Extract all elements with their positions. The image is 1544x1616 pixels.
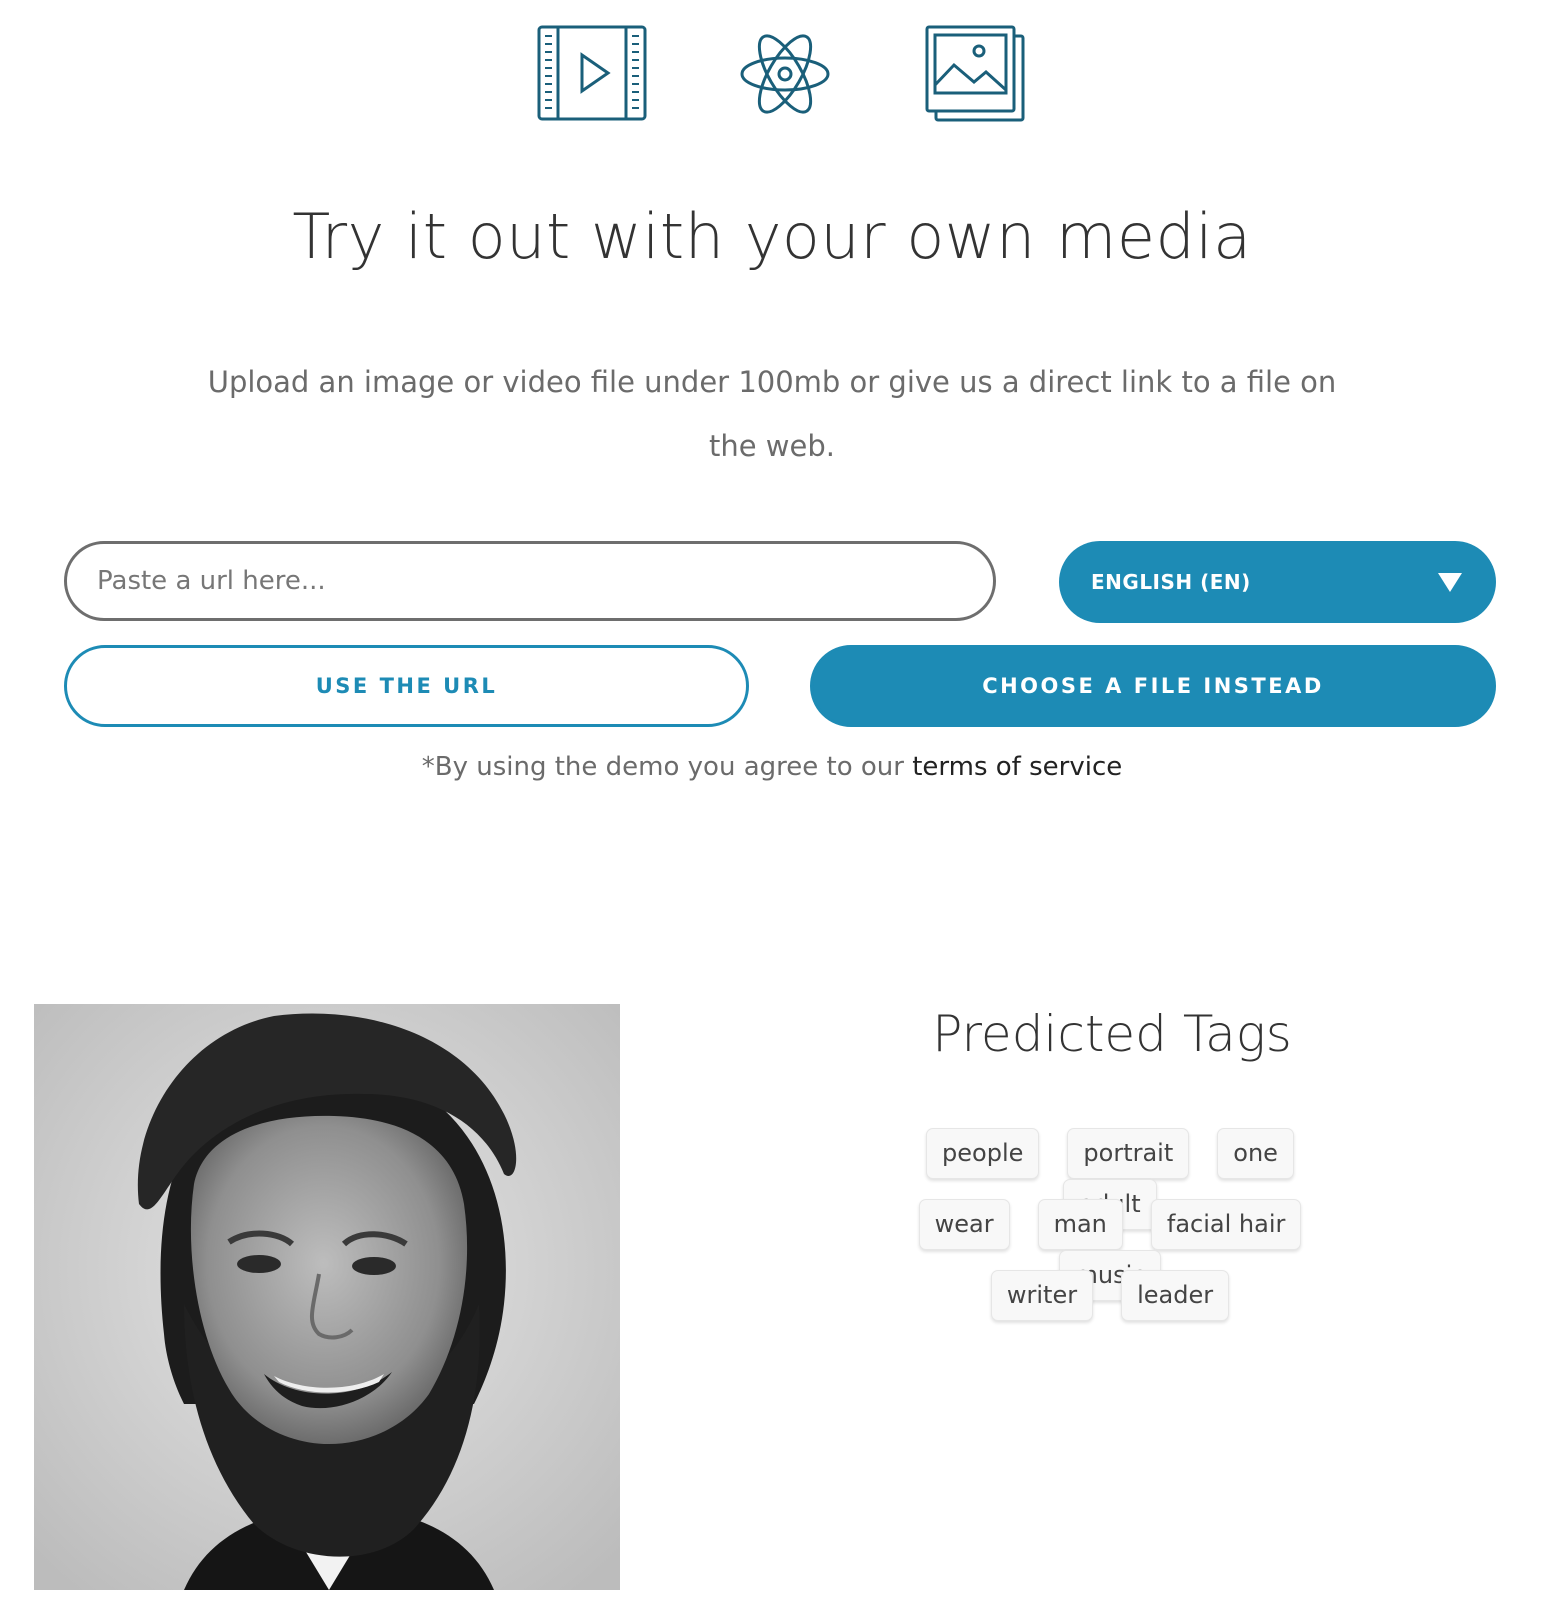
tag-chip[interactable]: facial hair bbox=[1150, 1199, 1302, 1250]
tags-row: wear man facial hair music bbox=[860, 1199, 1360, 1301]
language-select[interactable]: ENGLISH (EN) bbox=[1059, 541, 1496, 623]
tag-chip[interactable]: writer bbox=[990, 1270, 1094, 1321]
tag-chip[interactable]: one bbox=[1217, 1128, 1294, 1179]
page-title: Try it out with your own media bbox=[292, 200, 1252, 273]
use-url-button[interactable]: USE THE URL bbox=[64, 645, 749, 727]
language-select-value: ENGLISH (EN) bbox=[1091, 570, 1251, 594]
caret-down-icon bbox=[1438, 573, 1462, 592]
tags-row: people portrait one adult bbox=[860, 1128, 1360, 1230]
predicted-tags-title: Predicted Tags bbox=[932, 1005, 1292, 1063]
tag-chip[interactable]: man bbox=[1037, 1199, 1123, 1250]
predicted-tags-list: people portrait one adult wear man facia… bbox=[860, 1128, 1360, 1341]
terms-of-service-link[interactable]: terms of service bbox=[912, 752, 1122, 782]
feature-icons bbox=[0, 24, 1544, 124]
image-gallery-icon bbox=[924, 24, 1026, 124]
video-icon bbox=[536, 24, 648, 124]
uploaded-image bbox=[34, 1004, 620, 1590]
terms-notice: *By using the demo you agree to our term… bbox=[0, 752, 1544, 782]
tag-chip[interactable]: portrait bbox=[1067, 1128, 1190, 1179]
choose-file-button[interactable]: CHOOSE A FILE INSTEAD bbox=[810, 645, 1496, 727]
tags-row: writer leader bbox=[860, 1270, 1360, 1341]
upload-instructions: Upload an image or video file under 100m… bbox=[207, 365, 1337, 463]
tag-chip[interactable]: people bbox=[926, 1128, 1040, 1179]
terms-prefix: *By using the demo you agree to our bbox=[421, 752, 913, 782]
url-input[interactable] bbox=[64, 541, 996, 621]
tag-chip[interactable]: wear bbox=[918, 1199, 1010, 1250]
tag-chip[interactable]: leader bbox=[1121, 1270, 1230, 1321]
atom-icon bbox=[739, 24, 831, 124]
